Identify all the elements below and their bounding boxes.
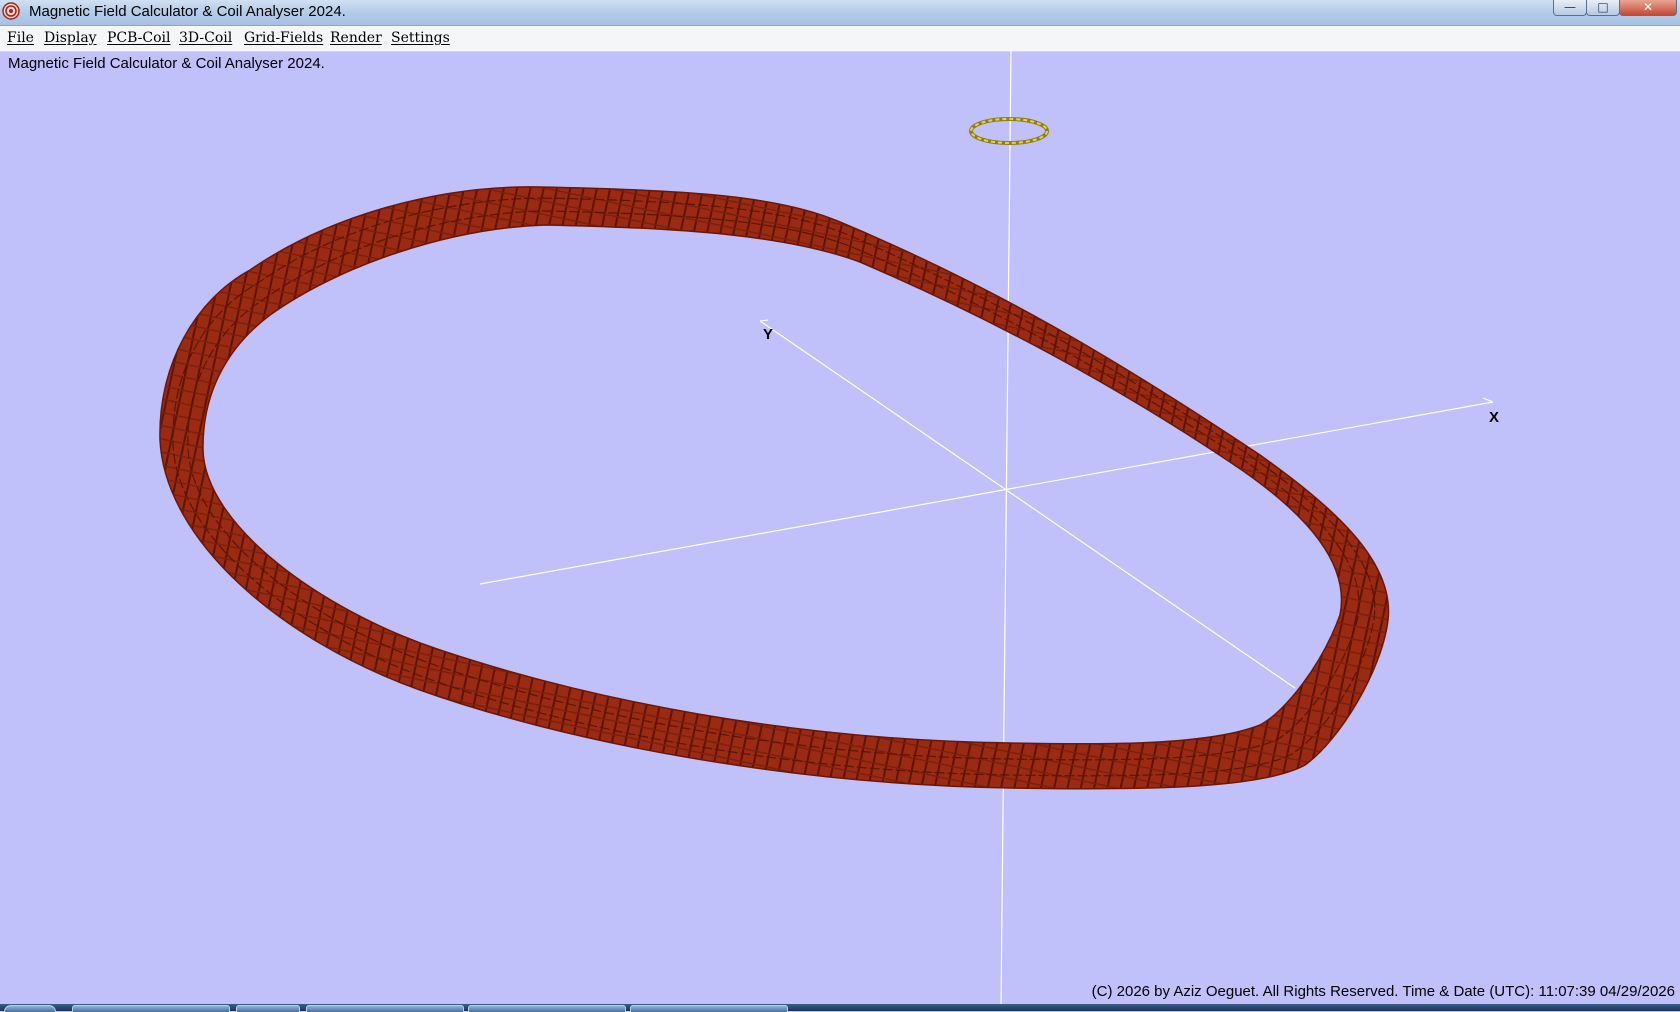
menu-bar: File Display PCB-Coil 3D-Coil Grid-Field… xyxy=(0,26,1680,52)
y-axis-line xyxy=(759,320,1296,689)
menu-display[interactable]: Display xyxy=(44,30,97,47)
copyright-footer: (C) 2026 by Aziz Oeguet. All Rights Rese… xyxy=(1091,983,1675,1000)
x-axis-arrow xyxy=(1482,397,1494,403)
x-axis-label: X xyxy=(1489,409,1499,426)
maximize-button[interactable]: □ xyxy=(1586,0,1620,16)
window-title: Magnetic Field Calculator & Coil Analyse… xyxy=(29,3,346,20)
menu-pcb-coil[interactable]: PCB-Coil xyxy=(107,30,171,47)
status-text: Magnetic Field Calculator & Coil Analyse… xyxy=(8,55,325,72)
taskbar xyxy=(0,1004,1680,1012)
y-axis-label: Y xyxy=(763,326,773,343)
title-bar[interactable]: Magnetic Field Calculator & Coil Analyse… xyxy=(0,0,1680,26)
menu-file[interactable]: File xyxy=(7,30,34,47)
z-axis-line xyxy=(1000,51,1012,1004)
3d-viewport[interactable]: Y X xyxy=(0,51,1680,1004)
coil-turn-line xyxy=(172,197,1376,777)
close-button[interactable]: ✕ xyxy=(1619,0,1677,16)
coil-app-icon xyxy=(2,2,20,20)
coil-winding xyxy=(159,186,1390,790)
menu-settings[interactable]: Settings xyxy=(391,30,450,47)
menu-render[interactable]: Render xyxy=(330,30,382,47)
y-axis-arrow xyxy=(759,319,769,322)
menu-3d-coil[interactable]: 3D-Coil xyxy=(179,30,232,47)
coil-turn-line xyxy=(187,210,1360,761)
minimize-button[interactable]: — xyxy=(1553,0,1587,16)
menu-grid-fields[interactable]: Grid-Fields xyxy=(244,30,323,47)
